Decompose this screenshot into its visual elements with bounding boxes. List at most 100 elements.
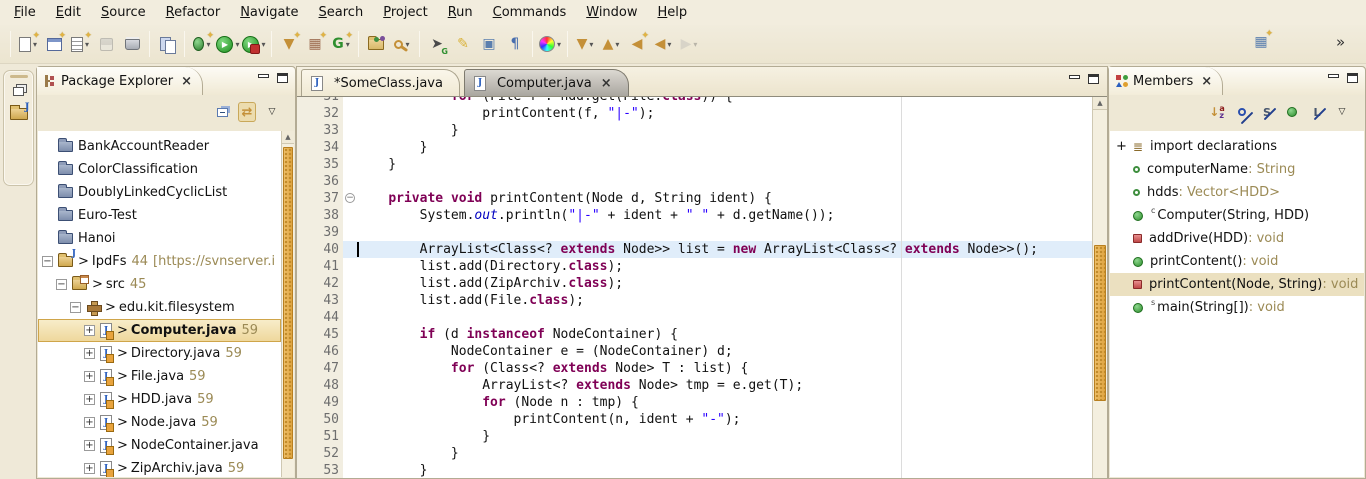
search-icon[interactable]: ▾ bbox=[390, 31, 414, 57]
line-number[interactable]: 53 bbox=[297, 462, 343, 478]
debug-icon[interactable]: ✦▾ bbox=[190, 31, 214, 57]
line-number[interactable]: 39 bbox=[297, 224, 343, 241]
code-text[interactable]: for (Class<? extends Node> T : list) { bbox=[357, 360, 1092, 377]
code-line[interactable]: 52 } bbox=[297, 445, 1092, 462]
tree-item[interactable]: +J> HDD.java59 bbox=[38, 388, 281, 411]
tree-item[interactable]: +J> ZipArchiv.java59 bbox=[38, 457, 281, 477]
line-number[interactable]: 37− bbox=[297, 190, 343, 207]
collapse-all-icon[interactable] bbox=[213, 102, 231, 122]
expand-icon[interactable]: + bbox=[84, 394, 95, 405]
forward-icon[interactable]: ▶▾ bbox=[677, 31, 701, 57]
line-number[interactable]: 38 bbox=[297, 207, 343, 224]
code-line[interactable]: 50 printContent(n, ident + "-"); bbox=[297, 411, 1092, 428]
tree-item[interactable]: −> IpdFs44[https://svnserver.i bbox=[38, 250, 281, 273]
code-text[interactable]: } bbox=[357, 462, 1092, 478]
menu-help[interactable]: Help bbox=[648, 3, 698, 22]
build-icon[interactable] bbox=[155, 31, 179, 57]
line-number[interactable]: 47 bbox=[297, 360, 343, 377]
tab-package-explorer[interactable]: Package Explorer × bbox=[37, 67, 203, 95]
code-text[interactable]: } bbox=[357, 156, 1092, 173]
annotation-ruler[interactable] bbox=[343, 428, 357, 445]
dropdown-caret-icon[interactable]: ▾ bbox=[261, 40, 265, 49]
hide-local-types-icon[interactable]: L bbox=[1308, 102, 1326, 122]
line-number[interactable]: 36 bbox=[297, 173, 343, 190]
tab-members[interactable]: Members × bbox=[1109, 67, 1223, 95]
link-with-editor-icon[interactable]: ⇄ bbox=[238, 102, 256, 122]
new-wizard-icon[interactable]: ✦▾ bbox=[16, 31, 40, 57]
tree-item[interactable]: +J> File.java59 bbox=[38, 365, 281, 388]
menu-project[interactable]: Project bbox=[373, 3, 438, 22]
annotation-ruler[interactable] bbox=[343, 173, 357, 190]
show-source-icon[interactable]: ▣ bbox=[477, 31, 501, 57]
member-item[interactable]: cComputer(String, HDD) bbox=[1110, 204, 1364, 227]
code-text[interactable]: printContent(n, ident + "-"); bbox=[357, 411, 1092, 428]
code-text[interactable]: System.out.println("|-" + ident + " " + … bbox=[357, 207, 1092, 224]
code-text[interactable]: private void printContent(Node d, String… bbox=[357, 190, 1092, 207]
menu-file[interactable]: File bbox=[4, 3, 46, 22]
new-window-icon[interactable]: ✦ bbox=[42, 31, 66, 57]
annotation-ruler[interactable] bbox=[343, 105, 357, 122]
member-item[interactable]: hdds : Vector<HDD> bbox=[1110, 181, 1364, 204]
editor-scrollbar[interactable]: ▲ bbox=[1092, 97, 1107, 478]
menu-search[interactable]: Search bbox=[309, 3, 374, 22]
dropdown-caret-icon[interactable]: ▾ bbox=[615, 40, 619, 49]
scrollbar-thumb[interactable] bbox=[283, 147, 293, 459]
collapse-icon[interactable]: − bbox=[42, 256, 53, 267]
menu-commands[interactable]: Commands bbox=[483, 3, 577, 22]
line-number[interactable]: 48 bbox=[297, 377, 343, 394]
view-menu-icon[interactable]: ▽ bbox=[1333, 102, 1351, 122]
code-text[interactable]: printContent(f, "|-"); bbox=[357, 105, 1092, 122]
code-text[interactable] bbox=[357, 309, 1092, 326]
code-editor[interactable]: 31 for (File f : hdd.get(File.class)) {3… bbox=[297, 97, 1092, 478]
menu-edit[interactable]: Edit bbox=[46, 3, 91, 22]
tree-item[interactable]: +J> Node.java59 bbox=[38, 411, 281, 434]
print-icon[interactable] bbox=[120, 31, 144, 57]
code-text[interactable]: if (d instanceof NodeContainer) { bbox=[357, 326, 1092, 343]
expand-icon[interactable]: + bbox=[84, 348, 95, 359]
code-line[interactable]: 33 } bbox=[297, 122, 1092, 139]
collapse-icon[interactable]: − bbox=[70, 302, 81, 313]
code-line[interactable]: 42 list.add(ZipArchiv.class); bbox=[297, 275, 1092, 292]
hide-static-icon[interactable]: S bbox=[1258, 102, 1276, 122]
line-number[interactable]: 45 bbox=[297, 326, 343, 343]
annotation-ruler[interactable] bbox=[343, 241, 357, 258]
code-text[interactable] bbox=[357, 173, 1092, 190]
line-number[interactable]: 52 bbox=[297, 445, 343, 462]
member-item[interactable]: computerName : String bbox=[1110, 158, 1364, 181]
expand-icon[interactable]: + bbox=[84, 417, 95, 428]
code-text[interactable]: ArrayList<? extends Node> tmp = e.get(T)… bbox=[357, 377, 1092, 394]
member-item[interactable]: printContent(Node, String) : void bbox=[1110, 273, 1364, 296]
line-number[interactable]: 43 bbox=[297, 292, 343, 309]
dropdown-caret-icon[interactable]: ▾ bbox=[693, 40, 697, 49]
code-text[interactable]: list.add(Directory.class); bbox=[357, 258, 1092, 275]
code-line[interactable]: 53 } bbox=[297, 462, 1092, 478]
code-text[interactable]: } bbox=[357, 139, 1092, 156]
menu-refactor[interactable]: Refactor bbox=[156, 3, 231, 22]
line-number[interactable]: 34 bbox=[297, 139, 343, 156]
code-text[interactable]: NodeContainer e = (NodeContainer) d; bbox=[357, 343, 1092, 360]
tab-computer-java[interactable]: J Computer.java × bbox=[464, 69, 629, 96]
tree-item[interactable]: +J> Computer.java59 bbox=[38, 319, 281, 342]
code-text[interactable]: } bbox=[357, 122, 1092, 139]
back-icon[interactable]: ◀▾ bbox=[651, 31, 675, 57]
code-line[interactable]: 41 list.add(Directory.class); bbox=[297, 258, 1092, 275]
color-palette-icon[interactable]: ▾ bbox=[538, 31, 562, 57]
next-annotation-icon[interactable]: ▼▾ bbox=[573, 31, 597, 57]
code-line[interactable]: 47 for (Class<? extends Node> T : list) … bbox=[297, 360, 1092, 377]
annotation-ruler[interactable] bbox=[343, 326, 357, 343]
tree-item[interactable]: ColorClassification bbox=[38, 158, 281, 181]
annotation-ruler[interactable] bbox=[343, 139, 357, 156]
expand-icon[interactable]: + bbox=[84, 463, 95, 474]
member-item[interactable]: addDrive(HDD) : void bbox=[1110, 227, 1364, 250]
open-type-icon[interactable] bbox=[364, 31, 388, 57]
line-number[interactable]: 31 bbox=[297, 97, 343, 105]
tab-someclass-java[interactable]: J *SomeClass.java bbox=[301, 69, 460, 96]
new-grid-icon[interactable]: ▦✦ bbox=[303, 31, 327, 57]
tree-item[interactable]: −> src45 bbox=[38, 273, 281, 296]
code-line[interactable]: 32 printContent(f, "|-"); bbox=[297, 105, 1092, 122]
show-whitespace-icon[interactable]: ¶ bbox=[503, 31, 527, 57]
dropdown-caret-icon[interactable]: ▾ bbox=[557, 40, 561, 49]
code-line[interactable]: 34 } bbox=[297, 139, 1092, 156]
minimize-icon[interactable] bbox=[258, 74, 269, 78]
fastview-handle[interactable] bbox=[10, 75, 28, 78]
